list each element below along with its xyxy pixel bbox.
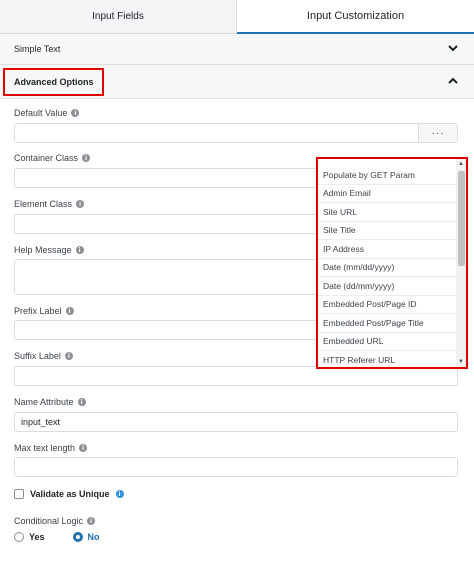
radio-no-label: No [87, 532, 100, 542]
info-icon[interactable]: i [76, 200, 85, 208]
scroll-up-icon[interactable]: ▲ [457, 161, 465, 167]
max-text-length-label: Max text length i [14, 443, 88, 453]
validate-unique-label: Validate as Unique [30, 489, 110, 499]
container-class-label: Container Class i [14, 153, 91, 163]
dropdown-option[interactable]: Populate by GET Param [318, 166, 456, 185]
info-icon[interactable]: i [65, 307, 74, 315]
max-text-length-input[interactable] [14, 457, 458, 477]
default-value-label: Default Value i [14, 108, 80, 118]
dropdown-option[interactable]: Site Title [318, 222, 456, 240]
dropdown-option[interactable]: Admin Email [318, 185, 456, 203]
tab-bar: Input Fields Input Customization [0, 0, 474, 34]
conditional-logic-text: Conditional Logic [14, 516, 84, 526]
conditional-logic-label: Conditional Logic i [14, 516, 96, 526]
dropdown-option[interactable]: Embedded Post/Page Title [318, 314, 456, 333]
default-value-text: Default Value [14, 108, 68, 118]
name-attribute-input[interactable]: input_text [14, 412, 458, 432]
info-icon[interactable]: i [77, 398, 86, 406]
dropdown-option[interactable]: Date (dd/mm/yyyy) [318, 277, 456, 296]
dropdown-option[interactable]: Embedded URL [318, 333, 456, 351]
element-class-text: Element Class [14, 199, 73, 209]
name-attribute-label: Name Attribute i [14, 397, 86, 407]
tab-input-customization[interactable]: Input Customization [237, 0, 474, 34]
info-icon[interactable]: i [87, 517, 96, 525]
radio-no[interactable] [72, 532, 83, 542]
info-icon[interactable]: i [79, 444, 88, 452]
dropdown-option[interactable]: Date (mm/dd/yyyy) [318, 259, 456, 277]
name-attribute-text: Name Attribute [14, 397, 74, 407]
dropdown-option[interactable]: HTTP Referer URL [318, 351, 456, 367]
container-class-text: Container Class [14, 153, 79, 163]
dropdown-option[interactable]: Embedded Post/Page ID [318, 296, 456, 314]
advanced-options-label: Advanced Options [3, 68, 104, 96]
info-icon[interactable]: i [115, 490, 124, 498]
info-icon[interactable]: i [82, 154, 91, 162]
conditional-logic-radios: Yes No [14, 532, 100, 542]
tab-input-fields[interactable]: Input Fields [0, 0, 237, 34]
info-icon[interactable]: i [64, 352, 73, 360]
section-simple-text[interactable]: Simple Text [0, 34, 474, 65]
max-text-length-text: Max text length [14, 443, 76, 453]
default-value-dropdown[interactable]: Populate by GET Param Admin Email Site URL… [316, 157, 468, 369]
help-message-text: Help Message [14, 245, 72, 255]
scrollbar-thumb[interactable] [458, 171, 465, 266]
prefix-label-label: Prefix Label i [14, 306, 74, 316]
validate-unique-checkbox[interactable] [14, 489, 24, 499]
dropdown-scrollbar[interactable]: ▲ ▼ [456, 159, 466, 367]
prefix-label-text: Prefix Label [14, 306, 62, 316]
suffix-label-input[interactable] [14, 366, 458, 386]
dropdown-option[interactable]: IP Address [318, 240, 456, 259]
suffix-label-label: Suffix Label i [14, 351, 73, 361]
radio-yes[interactable] [14, 532, 24, 542]
section-simple-text-label: Simple Text [14, 44, 61, 54]
help-message-label: Help Message i [14, 245, 84, 255]
scroll-down-icon[interactable]: ▼ [457, 359, 465, 365]
element-class-label: Element Class i [14, 199, 85, 209]
suffix-label-text: Suffix Label [14, 351, 61, 361]
validate-unique-row: Validate as Unique i [14, 489, 124, 499]
radio-yes-label: Yes [29, 532, 45, 542]
dropdown-list: Populate by GET Param Admin Email Site URL… [318, 166, 456, 367]
info-icon[interactable]: i [75, 246, 84, 254]
info-icon[interactable]: i [71, 109, 80, 117]
chevron-up-icon [448, 76, 458, 87]
more-options-button[interactable]: ··· [418, 123, 458, 143]
default-value-input[interactable] [14, 123, 419, 143]
chevron-down-icon [448, 44, 458, 55]
dropdown-option[interactable]: Site URL [318, 203, 456, 222]
